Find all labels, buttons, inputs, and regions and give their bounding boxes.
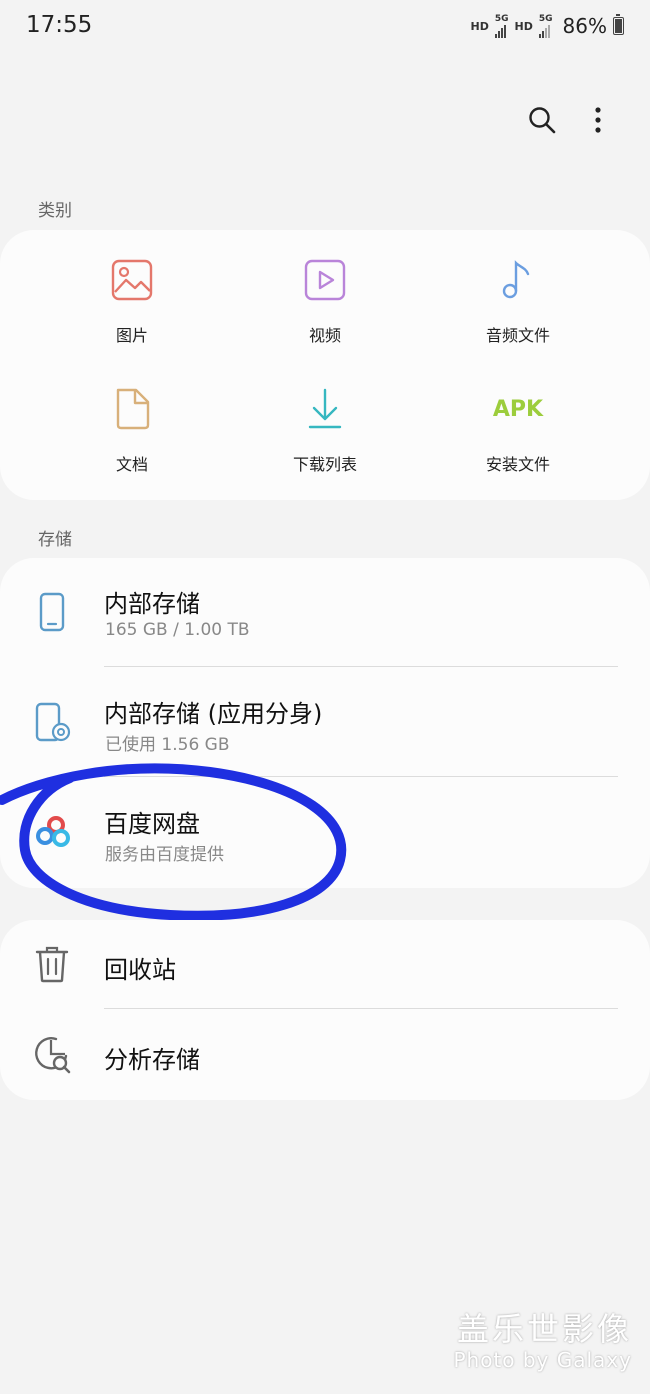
- baidu-netdisk-icon: [32, 812, 72, 852]
- battery-percent: 86%: [562, 14, 607, 38]
- signal-label-2: 5G: [538, 13, 553, 24]
- category-label: 音频文件: [485, 326, 550, 345]
- analyze-storage[interactable]: 分析存储: [0, 1010, 650, 1100]
- category-images[interactable]: 图片: [42, 256, 222, 346]
- analyze-storage-icon: [32, 1034, 72, 1074]
- hd-indicator-2: HD: [514, 19, 533, 33]
- storage-title: 内部存储 (应用分身): [104, 700, 323, 728]
- storage-subtitle: 165 GB / 1.00 TB: [105, 620, 250, 640]
- storage-title: 内部存储: [104, 590, 200, 618]
- category-label: 图片: [115, 326, 148, 345]
- category-downloads[interactable]: 下载列表: [235, 385, 415, 475]
- signal-5g-icon: 5G: [494, 13, 509, 38]
- recycle-bin-title: 回收站: [104, 956, 176, 984]
- more-vertical-icon: [595, 107, 601, 133]
- battery-icon: [613, 14, 624, 35]
- document-icon: [108, 385, 156, 433]
- signal-label: 5G: [494, 13, 509, 24]
- storage-dual-app[interactable]: 内部存储 (应用分身) 已使用 1.56 GB: [0, 668, 650, 778]
- storage-baidu-netdisk[interactable]: 百度网盘 服务由百度提供: [0, 778, 650, 888]
- phone-icon: [32, 592, 72, 632]
- categories-header: 类别: [38, 201, 72, 221]
- tools-card: 回收站 分析存储: [0, 920, 650, 1100]
- category-label: 视频: [308, 326, 341, 345]
- category-label: 下载列表: [292, 455, 357, 474]
- category-apk[interactable]: APK 安装文件: [428, 385, 608, 475]
- divider: [104, 666, 618, 667]
- status-time: 17:55: [26, 12, 93, 38]
- trash-icon: [32, 944, 72, 984]
- more-options-button[interactable]: [576, 98, 620, 142]
- watermark-line1: 盖乐世影像: [456, 1310, 632, 1348]
- divider: [104, 776, 618, 777]
- hd-indicator: HD: [470, 19, 489, 33]
- music-note-icon: [494, 256, 542, 304]
- apk-icon: APK: [492, 385, 544, 433]
- category-documents[interactable]: 文档: [42, 385, 222, 475]
- storage-header: 存储: [38, 530, 72, 550]
- search-icon: [529, 107, 556, 134]
- categories-card: 图片 视频 音频文件 文档 下载列表 APK 安装文件: [0, 230, 650, 500]
- status-icons: HD 5G HD 5G 86%: [471, 14, 624, 38]
- download-icon: [301, 385, 349, 433]
- storage-title: 百度网盘: [104, 810, 200, 838]
- category-audio[interactable]: 音频文件: [428, 256, 608, 346]
- image-icon: [108, 256, 156, 304]
- video-icon: [301, 256, 349, 304]
- category-label: 安装文件: [485, 455, 550, 474]
- storage-internal[interactable]: 内部存储 165 GB / 1.00 TB: [0, 558, 650, 668]
- recycle-bin[interactable]: 回收站: [0, 920, 650, 1010]
- apk-icon-text: APK: [492, 396, 544, 422]
- storage-card: 内部存储 165 GB / 1.00 TB 内部存储 (应用分身) 已使用 1.…: [0, 558, 650, 888]
- storage-subtitle: 已使用 1.56 GB: [105, 735, 230, 755]
- dual-app-phone-icon: [32, 702, 72, 742]
- signal-5g-icon-2: 5G: [538, 13, 553, 38]
- storage-subtitle: 服务由百度提供: [105, 845, 224, 865]
- search-button[interactable]: [520, 98, 564, 142]
- analyze-storage-title: 分析存储: [104, 1046, 200, 1074]
- watermark: 盖乐世影像 Photo by Galaxy: [453, 1304, 632, 1372]
- watermark-line2: Photo by Galaxy: [453, 1348, 632, 1372]
- status-bar: 17:55 HD 5G HD 5G 86%: [0, 0, 650, 56]
- category-videos[interactable]: 视频: [235, 256, 415, 346]
- divider: [104, 1008, 618, 1009]
- category-label: 文档: [115, 455, 148, 474]
